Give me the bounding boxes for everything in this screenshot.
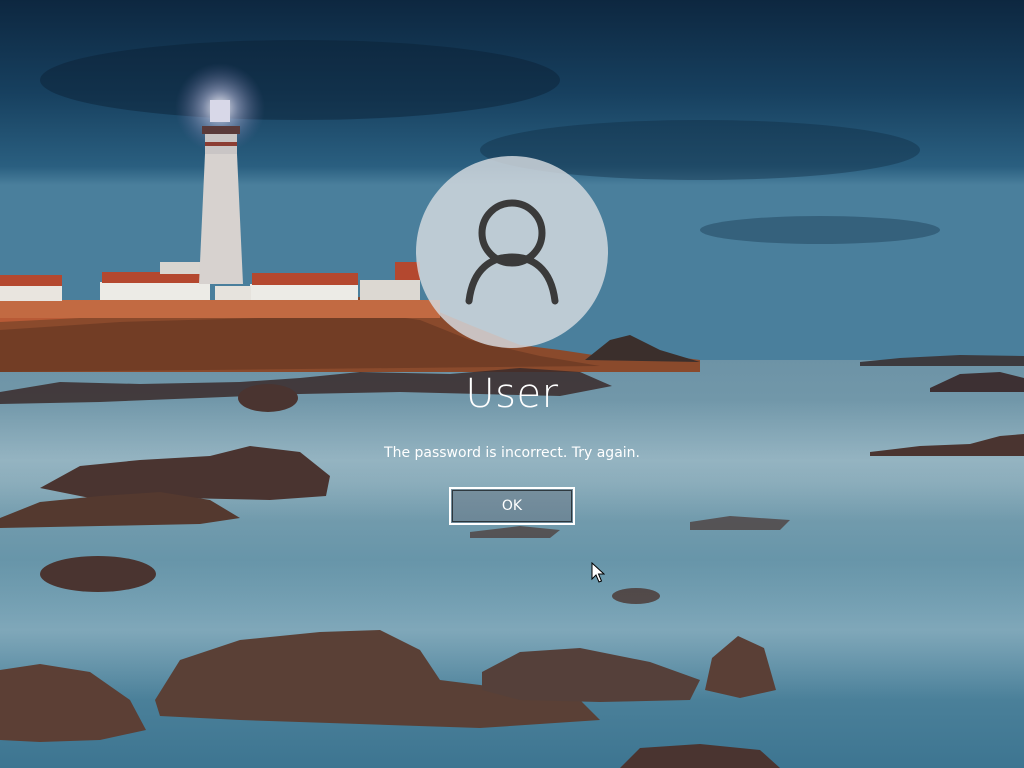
user-name: User: [465, 371, 559, 417]
mouse-pointer-icon: [591, 562, 605, 583]
lock-screen: User The password is incorrect. Try agai…: [0, 0, 1024, 768]
error-message: The password is incorrect. Try again.: [384, 445, 640, 461]
ok-button-label: OK: [452, 490, 572, 522]
ok-button[interactable]: OK: [449, 487, 575, 525]
user-avatar-icon: [465, 199, 559, 305]
user-avatar: [416, 156, 608, 348]
